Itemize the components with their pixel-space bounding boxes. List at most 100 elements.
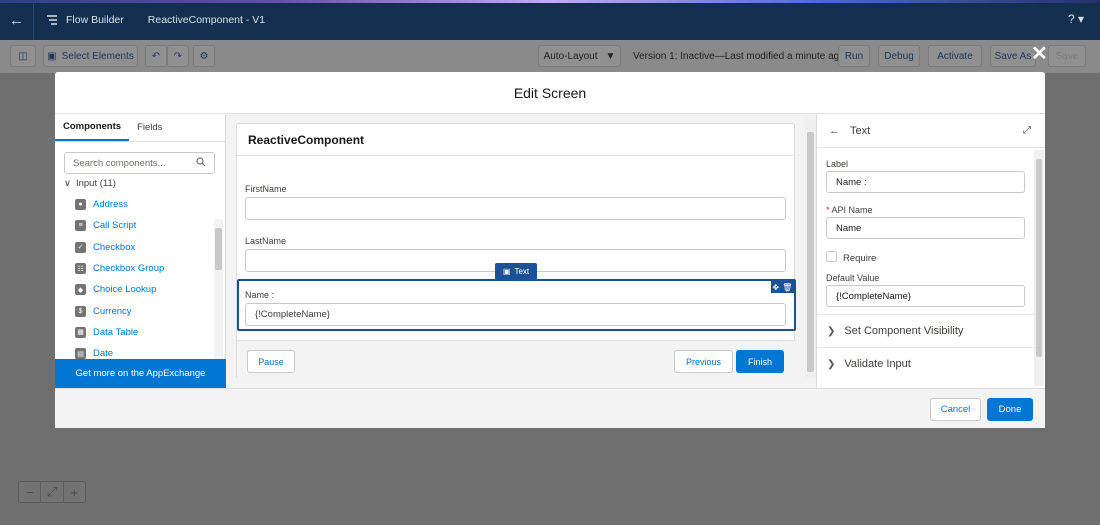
- pause-button[interactable]: Pause: [247, 350, 295, 373]
- checkbox-icon: ✓: [75, 241, 86, 253]
- close-modal-icon[interactable]: ✕: [1031, 44, 1048, 64]
- activate-button[interactable]: Activate: [928, 45, 982, 67]
- palette-tabs: Components Fields: [55, 114, 225, 142]
- canvas-scrollbar[interactable]: [805, 114, 816, 378]
- choice-lookup-icon: ◆: [75, 284, 86, 296]
- cancel-button[interactable]: Cancel: [930, 398, 981, 421]
- edit-screen-modal: Edit Screen Components Fields Search com…: [55, 72, 1045, 428]
- appexchange-link[interactable]: Get more on the AppExchange: [55, 359, 226, 388]
- firstname-field[interactable]: [245, 197, 786, 220]
- date-icon: ▤: [75, 348, 86, 360]
- components-palette: Components Fields Search components... ∨…: [55, 114, 226, 401]
- move-icon[interactable]: ✥: [773, 283, 780, 292]
- input-group-toggle[interactable]: ∨ Input (11): [64, 178, 116, 189]
- chevron-right-icon: ❯: [827, 325, 836, 337]
- run-button[interactable]: Run: [838, 45, 870, 67]
- component-label: Currency: [93, 305, 132, 317]
- data-table-icon: ▦: [75, 326, 86, 338]
- scroll-thumb[interactable]: [1036, 159, 1042, 357]
- fit-view-icon[interactable]: ⤢: [41, 482, 64, 502]
- back-arrow-icon[interactable]: ←: [829, 125, 840, 137]
- name-field[interactable]: {!CompleteName}: [245, 303, 786, 326]
- debug-button[interactable]: Debug: [878, 45, 920, 67]
- require-label: Require: [843, 253, 877, 264]
- component-label: Data Table: [93, 326, 139, 338]
- zoom-out-icon[interactable]: −: [19, 482, 42, 502]
- modal-title: Edit Screen: [55, 72, 1045, 114]
- version-status: Version 1: Inactive—Last modified a minu…: [633, 51, 845, 62]
- finish-button[interactable]: Finish: [736, 350, 784, 373]
- address-icon: ●: [75, 199, 86, 211]
- component-address[interactable]: ● Address: [75, 194, 164, 215]
- component-data-table[interactable]: ▦ Data Table: [75, 322, 164, 343]
- search-placeholder: Search components...: [73, 157, 166, 169]
- component-checkbox[interactable]: ✓ Checkbox: [75, 237, 164, 258]
- label-field-label: Label: [826, 159, 849, 169]
- save-as-button[interactable]: Save As: [990, 45, 1036, 67]
- firstname-label: FirstName: [245, 184, 287, 194]
- scroll-thumb[interactable]: [807, 132, 814, 372]
- component-checkbox-group[interactable]: ☷ Checkbox Group: [75, 258, 164, 279]
- scroll-thumb[interactable]: [215, 228, 222, 270]
- gear-icon: ⚙: [199, 50, 209, 62]
- chevron-right-icon: ❯: [827, 358, 836, 370]
- name-label: Name :: [245, 290, 275, 300]
- chevron-down-icon: ▼: [605, 50, 616, 62]
- help-icon: ?: [1067, 12, 1075, 26]
- tab-fields[interactable]: Fields: [129, 114, 170, 141]
- screen-footer: Pause Previous Finish: [237, 340, 796, 380]
- expand-icon[interactable]: ⤢: [1023, 125, 1031, 136]
- flow-title: ReactiveComponent - V1: [147, 14, 266, 26]
- panel-icon: ◫: [18, 50, 28, 62]
- validate-input-section[interactable]: ❯ Validate Input: [817, 347, 1034, 380]
- tab-components[interactable]: Components: [55, 114, 130, 141]
- default-value-label: Default Value: [826, 273, 880, 283]
- redo-button[interactable]: ↷: [167, 45, 189, 67]
- screen-title: ReactiveComponent: [237, 124, 794, 156]
- component-label: Date: [93, 348, 114, 360]
- settings-button[interactable]: ⚙: [193, 45, 215, 67]
- component-currency[interactable]: $ Currency: [75, 300, 164, 321]
- done-button[interactable]: Done: [987, 398, 1033, 421]
- component-visibility-section[interactable]: ❯ Set Component Visibility: [817, 314, 1034, 347]
- header-accent-stripe: [0, 0, 1100, 3]
- select-elements-button[interactable]: ▣ Select Elements: [43, 45, 138, 67]
- previous-button[interactable]: Previous: [674, 350, 733, 373]
- call-script-icon: ≡: [75, 220, 86, 232]
- properties-panel: ← Text ⤢ Label Name : * API Name Name Re…: [816, 114, 1045, 388]
- chevron-down-icon: ∨: [64, 178, 71, 189]
- component-label: Checkbox: [93, 241, 136, 253]
- properties-header: ← Text ⤢: [817, 114, 1045, 148]
- builder-toolbar: ◫ ▣ Select Elements ↶ ↷ ⚙ Auto-Layout ▼ …: [0, 40, 1100, 73]
- properties-scrollbar[interactable]: [1034, 150, 1044, 386]
- global-header: ← Flow Builder ReactiveComponent - V1 ? …: [0, 0, 1100, 40]
- toggle-panel-button[interactable]: ◫: [10, 45, 36, 67]
- select-icon: ▣: [47, 50, 57, 62]
- save-button[interactable]: Save: [1048, 45, 1086, 67]
- undo-button[interactable]: ↶: [145, 45, 167, 67]
- component-call-script[interactable]: ≡ Call Script: [75, 215, 164, 236]
- redo-icon: ↷: [173, 50, 183, 62]
- layout-mode-select[interactable]: Auto-Layout ▼: [538, 45, 621, 67]
- search-input[interactable]: Search components...: [64, 152, 215, 174]
- selected-component-tag: ▣ Text: [495, 263, 537, 280]
- delete-icon[interactable]: 🗑: [782, 283, 792, 292]
- component-choice-lookup[interactable]: ◆ Choice Lookup: [75, 279, 164, 300]
- zoom-controls: − ⤢ +: [18, 481, 86, 503]
- app-name: Flow Builder: [66, 14, 124, 26]
- zoom-in-icon[interactable]: +: [64, 482, 85, 502]
- api-name-input[interactable]: Name: [826, 217, 1025, 239]
- help-menu[interactable]: ? ▾: [1068, 12, 1084, 26]
- back-arrow-icon[interactable]: ←: [0, 0, 34, 40]
- select-elements-label: Select Elements: [61, 50, 134, 62]
- label-input[interactable]: Name :: [826, 171, 1025, 193]
- screen-canvas: ReactiveComponent FirstName LastName ▣ Te…: [226, 114, 816, 388]
- modal-footer: Cancel Done: [55, 388, 1045, 428]
- search-icon: [196, 156, 206, 170]
- component-list: ● Address ≡ Call Script ✓ Checkbox ☷ Checkbo…: [75, 194, 164, 364]
- require-checkbox[interactable]: [826, 251, 837, 262]
- required-marker: *: [826, 205, 830, 215]
- component-label: Address: [93, 199, 128, 211]
- default-value-input[interactable]: {!CompleteName}: [826, 285, 1025, 307]
- currency-icon: $: [75, 305, 86, 317]
